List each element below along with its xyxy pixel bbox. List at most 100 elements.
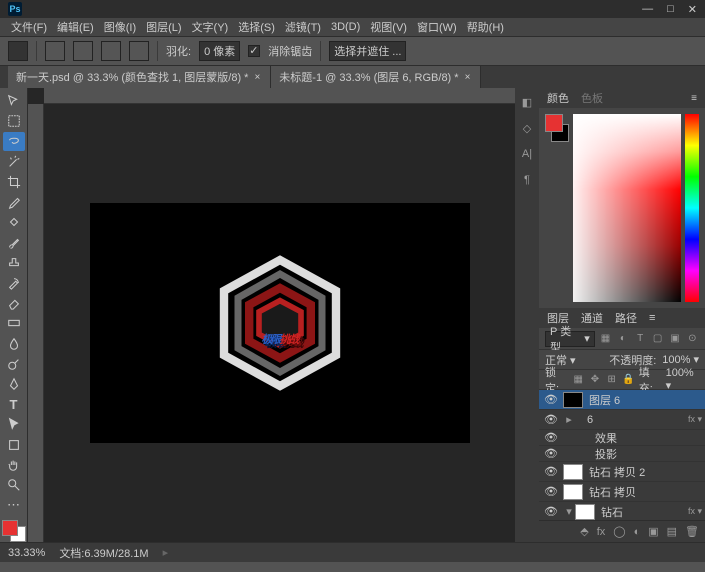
layer-thumbnail[interactable]	[563, 464, 583, 480]
selection-intersect-icon[interactable]	[129, 41, 149, 61]
menu-3d[interactable]: 3D(D)	[328, 21, 363, 33]
blur-tool[interactable]	[3, 334, 25, 352]
filter-smart-icon[interactable]: ▣	[668, 332, 681, 346]
color-tab[interactable]: 颜色	[547, 90, 569, 106]
opacity-input[interactable]: 100% ▾	[662, 353, 699, 366]
delete-layer-icon[interactable]: 🗑	[685, 525, 699, 538]
layer-name[interactable]: 投影	[595, 446, 705, 462]
layer-fx-icon[interactable]: fx	[597, 526, 606, 538]
menu-help[interactable]: 帮助(H)	[464, 19, 507, 35]
ruler-horizontal[interactable]	[44, 88, 515, 104]
fold-icon[interactable]: ▸	[563, 413, 575, 426]
tool-preset-swatch[interactable]	[8, 41, 28, 61]
menu-edit[interactable]: 编辑(E)	[54, 19, 97, 35]
close-icon[interactable]: ×	[465, 72, 471, 83]
link-layers-icon[interactable]: ⬘	[580, 525, 588, 538]
menu-window[interactable]: 窗口(W)	[414, 19, 460, 35]
dodge-tool[interactable]	[3, 355, 25, 373]
visibility-toggle[interactable]: 👁	[539, 393, 563, 406]
selection-add-icon[interactable]	[73, 41, 93, 61]
doc-size[interactable]: 文档:6.39M/28.1M	[59, 545, 148, 561]
swatches-tab[interactable]: 色板	[581, 90, 603, 106]
layer-name[interactable]: 6	[587, 414, 685, 426]
hand-tool[interactable]	[3, 456, 25, 474]
history-brush-tool[interactable]	[3, 274, 25, 292]
history-panel-icon[interactable]: ◧	[519, 94, 535, 110]
healing-tool[interactable]	[3, 213, 25, 231]
lock-all-icon[interactable]: 🔒	[622, 373, 635, 387]
color-swatches[interactable]	[2, 520, 26, 542]
zoom-level[interactable]: 33.33%	[8, 547, 45, 559]
layer-name[interactable]: 效果	[595, 430, 705, 446]
layer-name[interactable]: 钻石	[601, 504, 685, 520]
fill-input[interactable]: 100% ▾	[666, 367, 699, 392]
brush-tool[interactable]	[3, 233, 25, 251]
antialias-checkbox[interactable]	[248, 45, 260, 57]
layer-thumbnail[interactable]	[563, 484, 583, 500]
window-close[interactable]: ✕	[688, 3, 697, 16]
layer-thumbnail[interactable]	[575, 504, 595, 520]
visibility-toggle[interactable]: 👁	[539, 413, 563, 426]
pen-tool[interactable]	[3, 375, 25, 393]
layer-name[interactable]: 钻石 拷贝 2	[589, 464, 705, 480]
menu-view[interactable]: 视图(V)	[367, 19, 410, 35]
filter-pixel-icon[interactable]: ▦	[599, 332, 612, 346]
layer-row[interactable]: 👁 钻石 拷贝	[539, 482, 705, 502]
eyedropper-tool[interactable]	[3, 193, 25, 211]
menu-select[interactable]: 选择(S)	[235, 19, 278, 35]
feather-input[interactable]: 0 像素	[199, 41, 240, 61]
filter-adjust-icon[interactable]: ◐	[616, 332, 629, 346]
document-tab-2[interactable]: 未标题-1 @ 33.3% (图层 6, RGB/8) *×	[271, 66, 481, 88]
menu-layer[interactable]: 图层(L)	[143, 19, 184, 35]
fold-icon[interactable]: ▾	[563, 505, 575, 518]
layer-row[interactable]: 👁 钻石 拷贝 2	[539, 462, 705, 482]
lasso-tool[interactable]	[3, 132, 25, 150]
visibility-toggle[interactable]: 👁	[539, 465, 563, 478]
edit-toolbar[interactable]: ⋯	[3, 496, 25, 514]
layer-effect-row[interactable]: 👁 效果	[539, 430, 705, 446]
lock-artboard-icon[interactable]: ⊞	[605, 373, 618, 387]
lock-pixels-icon[interactable]: ▦	[572, 373, 585, 387]
layer-name[interactable]: 钻石 拷贝	[589, 484, 705, 500]
move-tool[interactable]	[3, 92, 25, 110]
layer-row[interactable]: 👁 图层 6	[539, 390, 705, 410]
layer-thumbnail[interactable]	[563, 392, 583, 408]
window-maximize[interactable]: □	[667, 3, 674, 16]
layer-row[interactable]: 👁▾ 钻石fx ▾	[539, 502, 705, 520]
properties-panel-icon[interactable]: ◇	[519, 120, 535, 136]
hue-slider[interactable]	[685, 114, 699, 302]
character-panel-icon[interactable]: A|	[519, 146, 535, 162]
fx-badge[interactable]: fx ▾	[685, 414, 705, 425]
layer-row[interactable]: 👁▸ 6fx ▾	[539, 410, 705, 430]
panel-menu-icon[interactable]: ≡	[691, 93, 697, 104]
visibility-toggle[interactable]: 👁	[539, 431, 563, 444]
marquee-tool[interactable]	[3, 112, 25, 130]
eraser-tool[interactable]	[3, 294, 25, 312]
layer-name[interactable]: 图层 6	[589, 392, 705, 408]
zoom-tool[interactable]	[3, 476, 25, 494]
menu-filter[interactable]: 滤镜(T)	[282, 19, 324, 35]
fx-badge[interactable]: fx ▾	[685, 506, 705, 517]
filter-type-icon[interactable]: T	[634, 332, 647, 346]
visibility-toggle[interactable]: 👁	[539, 447, 563, 460]
color-panel-swatches[interactable]	[545, 114, 569, 142]
shape-tool[interactable]	[3, 435, 25, 453]
paths-tab[interactable]: 路径	[615, 310, 637, 326]
group-icon[interactable]: ▣	[648, 525, 658, 538]
gradient-tool[interactable]	[3, 314, 25, 332]
adjustment-layer-icon[interactable]: ◐	[634, 526, 641, 538]
color-field[interactable]	[573, 114, 681, 302]
ruler-vertical[interactable]	[28, 104, 44, 542]
layer-mask-icon[interactable]: ◯	[613, 525, 625, 538]
panel-menu-icon[interactable]: ≡	[649, 312, 655, 324]
visibility-toggle[interactable]: 👁	[539, 485, 563, 498]
filter-toggle[interactable]: ⊙	[686, 332, 699, 346]
select-and-mask-button[interactable]: 选择并遮住 ...	[329, 41, 406, 61]
visibility-toggle[interactable]: 👁	[539, 505, 563, 518]
new-layer-icon[interactable]: ▤	[667, 525, 677, 538]
menu-type[interactable]: 文字(Y)	[189, 19, 232, 35]
menu-image[interactable]: 图像(I)	[101, 19, 139, 35]
window-minimize[interactable]: —	[642, 3, 653, 16]
magic-wand-tool[interactable]	[3, 153, 25, 171]
selection-subtract-icon[interactable]	[101, 41, 121, 61]
